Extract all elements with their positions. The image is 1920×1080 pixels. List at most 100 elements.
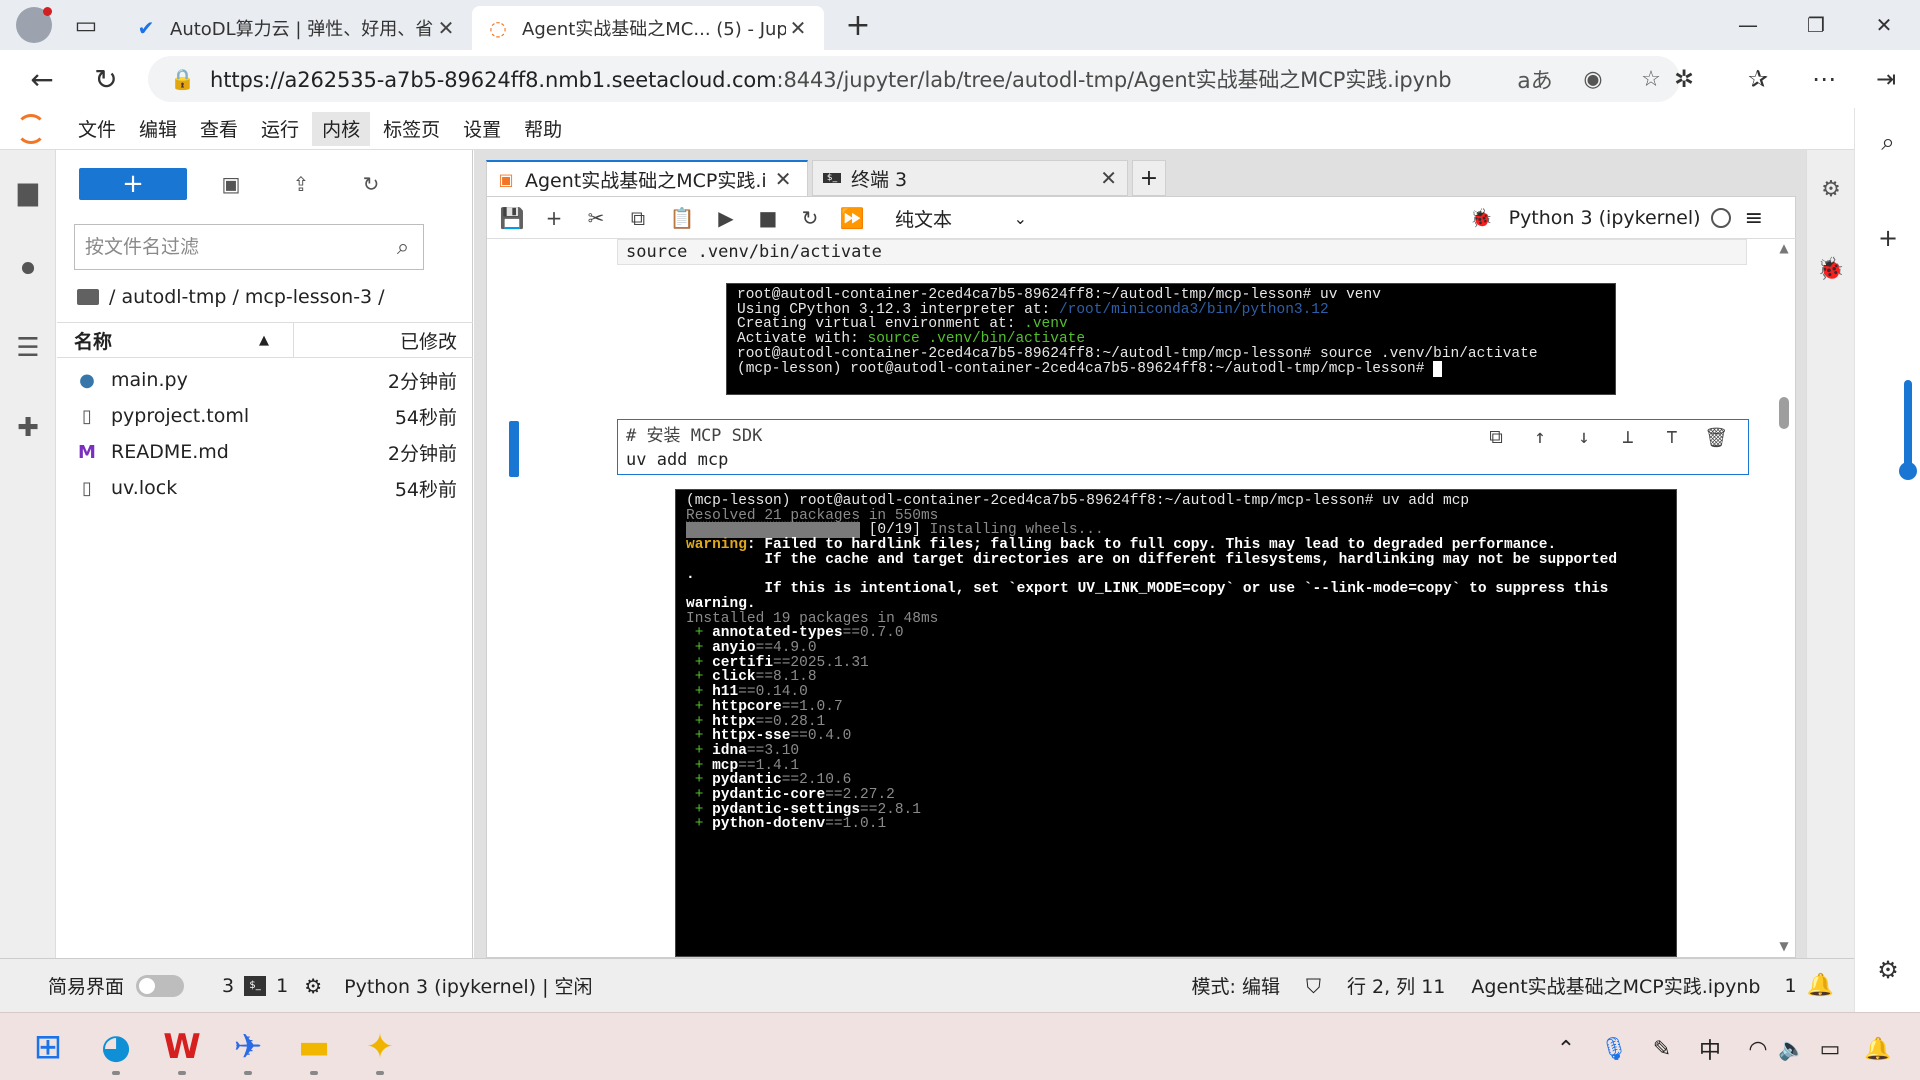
scroll-up-icon[interactable]: ▲ [1777, 241, 1791, 255]
favorites-icon[interactable]: ✰ [1734, 56, 1782, 102]
menu-run[interactable]: 运行 [251, 112, 309, 146]
menu-help[interactable]: 帮助 [514, 112, 572, 146]
debugger-bug-icon[interactable]: 🐞 [1470, 208, 1492, 229]
hamburger-menu-icon[interactable]: ≡ [1745, 206, 1763, 231]
reload-button[interactable]: ↻ [82, 55, 130, 103]
tray-chevron-up-icon[interactable]: ⌃ [1548, 1031, 1584, 1067]
menu-edit[interactable]: 编辑 [129, 112, 187, 146]
add-icon[interactable]: + [1868, 218, 1908, 258]
property-inspector-gears-icon[interactable]: ⚙ [1814, 172, 1848, 206]
scroll-thumb[interactable] [1779, 397, 1789, 429]
volume-icon[interactable]: 🔈 [1774, 1031, 1810, 1067]
cpu-gear-icon[interactable]: ⚙ [304, 974, 322, 998]
refresh-icon[interactable]: ↻ [353, 168, 389, 200]
cut-icon[interactable]: ✂ [579, 201, 613, 235]
breadcrumb-path[interactable]: / autodl-tmp / mcp-lesson-3 / [109, 286, 385, 308]
kernel-name[interactable]: Python 3 (ipykernel) [1509, 207, 1701, 229]
paste-icon[interactable]: 📋 [665, 201, 699, 235]
settings-gear-icon[interactable]: ⚙ [1868, 950, 1908, 990]
sync-icon[interactable]: ◉ [1564, 67, 1622, 92]
column-header-name[interactable]: 名称 ▲ [57, 322, 294, 358]
windows-start-icon[interactable]: ⊞ [24, 1023, 72, 1071]
lock-icon[interactable]: 🔒 [170, 67, 210, 91]
file-row[interactable]: ▯ uv.lock 54秒前 [57, 470, 473, 506]
insert-below-icon[interactable]: ⊤ [1650, 426, 1694, 449]
folder-icon[interactable] [77, 289, 99, 305]
new-folder-icon[interactable]: ▣ [213, 168, 249, 200]
notification-bell-icon[interactable]: 🔔 [1860, 1031, 1896, 1067]
browser-tab-autodl[interactable]: ✔ AutoDL算力云 | 弹性、好用、省钱 ✕ [120, 6, 472, 50]
minimize-button[interactable]: — [1714, 0, 1782, 50]
sidebar-toggle-icon[interactable]: ⇥ [1862, 56, 1910, 102]
notebook-scrollbar[interactable]: ▲ ▼ [1777, 239, 1791, 955]
wps-office-icon[interactable]: W [158, 1023, 206, 1075]
extensions-puzzle-icon[interactable]: ✚ [10, 410, 46, 446]
read-aloud-icon[interactable]: aあ [1506, 63, 1564, 95]
search-icon[interactable]: ⌕ [1868, 122, 1908, 162]
delete-cell-icon[interactable]: 🗑 [1694, 426, 1738, 449]
edge-scroll-indicator[interactable] [1899, 380, 1917, 480]
upload-icon[interactable]: ⇪ [283, 168, 319, 200]
cell-type-select[interactable]: 纯文本 ⌄ [895, 203, 1027, 233]
profile-avatar[interactable] [16, 7, 52, 43]
more-menu-icon[interactable]: ⋯ [1800, 56, 1848, 102]
restart-icon[interactable]: ↻ [793, 201, 827, 235]
close-tab-icon[interactable]: ✕ [1100, 166, 1117, 190]
close-tab-icon[interactable]: ✕ [775, 167, 792, 191]
run-all-icon[interactable]: ⏩ [835, 201, 869, 235]
url-text[interactable]: https://a262535-a7b5-89624ff8.nmb1.seeta… [210, 64, 1506, 94]
scroll-down-icon[interactable]: ▼ [1777, 939, 1791, 953]
active-code-cell[interactable]: # 安装 MCP SDK uv add mcp ⧉ ↑ ↓ ⊥ ⊤ 🗑 [617, 419, 1749, 475]
file-row[interactable]: ▯ pyproject.toml 54秒前 [57, 398, 473, 434]
insert-cell-icon[interactable]: + [537, 201, 571, 235]
extensions-icon[interactable]: ✲ [1660, 56, 1708, 102]
address-bar[interactable]: 🔒 https://a262535-a7b5-89624ff8.nmb1.see… [148, 56, 1680, 102]
terminal-count[interactable]: 1 [276, 975, 288, 997]
new-tab-button[interactable]: + [838, 5, 878, 45]
close-tab-icon[interactable]: ✕ [434, 16, 458, 40]
input-method-icon[interactable]: 中 [1692, 1031, 1728, 1067]
table-of-contents-icon[interactable]: ☰ [10, 330, 46, 366]
file-row[interactable]: ● main.py 2分钟前 [57, 362, 473, 398]
cursor-position[interactable]: 行 2, 列 11 [1347, 972, 1445, 999]
shield-icon[interactable]: ⛉ [1306, 974, 1321, 998]
battery-icon[interactable]: ▭ [1812, 1031, 1848, 1067]
new-tab-button[interactable]: + [1132, 160, 1166, 196]
move-down-icon[interactable]: ↓ [1562, 426, 1606, 449]
folder-icon[interactable]: ▆ [10, 174, 46, 210]
new-launcher-button[interactable]: + [79, 168, 187, 200]
feishu-app-icon[interactable]: ✈ [224, 1023, 272, 1075]
stop-icon[interactable]: ■ [751, 201, 785, 235]
microphone-icon[interactable]: 🎙 [1596, 1031, 1632, 1067]
tab-actions-icon[interactable]: ▭ [66, 5, 106, 45]
file-filter-input[interactable] [85, 227, 383, 267]
pen-icon[interactable]: ✎ [1644, 1031, 1680, 1067]
tab-notebook[interactable]: ▣ Agent实战基础之MCP实践.i ✕ [486, 160, 808, 196]
file-explorer-icon[interactable]: ▬ [290, 1023, 338, 1075]
menu-file[interactable]: 文件 [68, 112, 126, 146]
duplicate-cell-icon[interactable]: ⧉ [1474, 426, 1518, 449]
column-header-modified[interactable]: 已修改 [294, 327, 473, 354]
move-up-icon[interactable]: ↑ [1518, 426, 1562, 449]
wifi-icon[interactable]: ◠ [1740, 1031, 1776, 1067]
app-star-icon[interactable]: ✦ [356, 1023, 404, 1075]
file-row[interactable]: M README.md 2分钟前 [57, 434, 473, 470]
menu-tabs[interactable]: 标签页 [373, 112, 450, 146]
save-icon[interactable]: 💾 [495, 201, 529, 235]
debugger-bug-icon[interactable]: 🐞 [1814, 252, 1848, 286]
close-tab-icon[interactable]: ✕ [786, 16, 810, 40]
back-button[interactable]: ← [18, 55, 66, 103]
insert-above-icon[interactable]: ⊥ [1606, 426, 1650, 449]
simple-mode-toggle[interactable] [136, 974, 185, 997]
menu-view[interactable]: 查看 [190, 112, 248, 146]
kernel-count[interactable]: 3 [222, 975, 234, 997]
menu-kernel[interactable]: 内核 [312, 111, 371, 146]
run-icon[interactable]: ▶ [709, 201, 743, 235]
kernel-status-text[interactable]: Python 3 (ipykernel) | 空闲 [344, 972, 592, 999]
running-stop-icon[interactable]: ⏺ [10, 250, 46, 286]
tab-terminal[interactable]: $_ 终端 3 ✕ [812, 160, 1128, 196]
previous-code-cell[interactable]: source .venv/bin/activate [617, 239, 1747, 265]
menu-settings[interactable]: 设置 [453, 112, 511, 146]
bell-icon[interactable]: 🔔 [1807, 973, 1834, 998]
copy-icon[interactable]: ⧉ [621, 201, 655, 235]
